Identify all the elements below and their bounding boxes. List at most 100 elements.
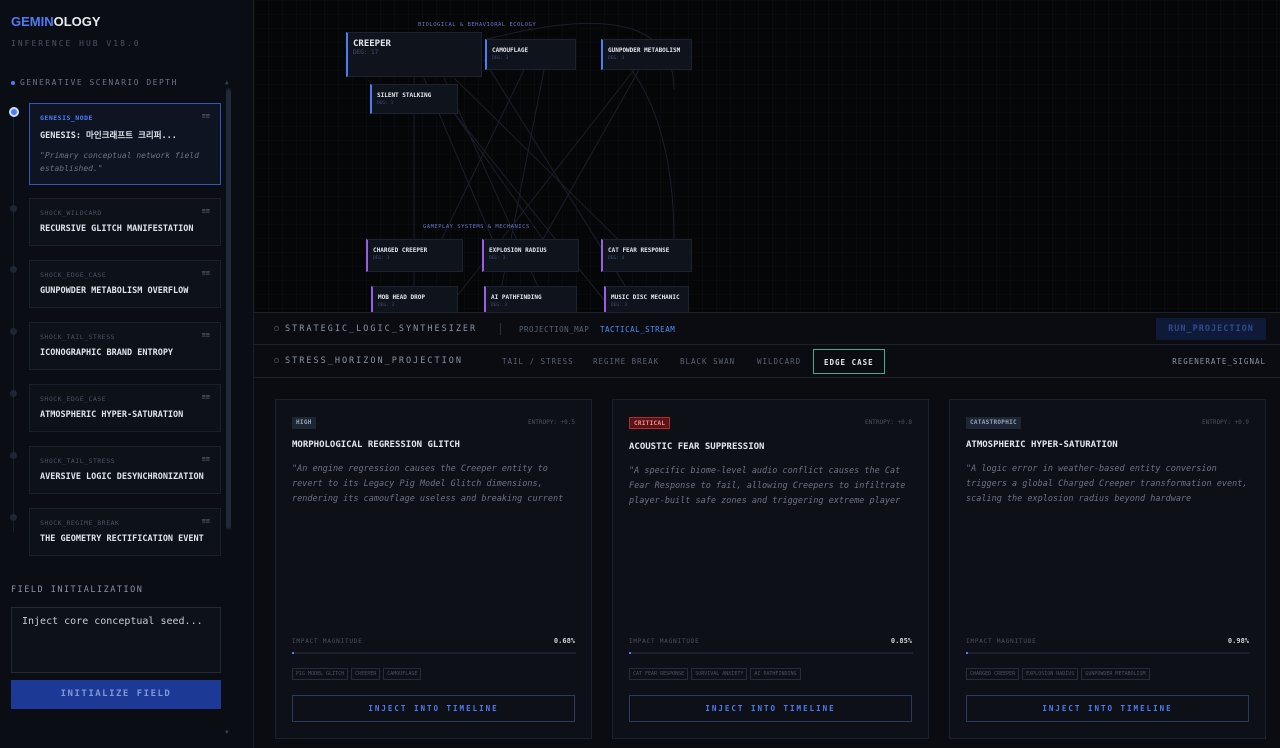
timeline-dot[interactable] (10, 514, 17, 521)
timeline-dot[interactable] (10, 328, 17, 335)
tab-projection-map[interactable]: PROJECTION_MAP (519, 325, 589, 334)
sidebar-scrollbar[interactable] (226, 88, 231, 530)
card-title: RECURSIVE GLITCH MANIFESTATION (40, 224, 194, 234)
timeline-dot[interactable] (10, 266, 17, 273)
scenario-title: ACOUSTIC FEAR SUPPRESSION (629, 442, 765, 452)
scenario-card[interactable]: SHOCK_WILDCARD ≡≡ RECURSIVE GLITCH MANIF… (29, 198, 221, 246)
scenario-cards-area: HIGH ENTROPY: +0.5 MORPHOLOGICAL REGRESS… (254, 378, 1280, 748)
graph-node[interactable]: CREEPER DEG: 17 (346, 32, 482, 77)
impact-value: 0.98% (1227, 637, 1249, 645)
entropy-value: ENTROPY: +0.5 (528, 419, 575, 426)
timeline-dot[interactable] (10, 452, 17, 459)
menu-icon[interactable]: ≡≡ (202, 269, 210, 277)
tag-chips: CAT FEAR RESPONSE SURVIVAL ANXIETY AI PA… (629, 668, 801, 680)
synthesizer-toolbar: STRATEGIC_LOGIC_SYNTHESIZER PROJECTION_M… (254, 312, 1280, 345)
graph-node[interactable]: EXPLOSION RADIUS DEG: 3 (482, 239, 579, 272)
run-projection-button[interactable]: RUN_PROJECTION (1156, 318, 1266, 340)
card-tag: SHOCK_EDGE_CASE (40, 271, 107, 279)
tag-chip: CAT FEAR RESPONSE (629, 668, 689, 680)
scenario-card[interactable]: SHOCK_TAIL_STRESS ≡≡ ICONOGRAPHIC BRAND … (29, 322, 221, 370)
scenario-card-genesis[interactable]: GENESIS_NODE ≡≡ GENESIS: 마인크래프트 크리퍼... "… (29, 103, 221, 185)
filter-black-swan[interactable]: BLACK SWAN (680, 357, 735, 366)
graph-node[interactable]: CAMOUFLAGE DEG: 3 (485, 39, 576, 70)
filter-edge-case[interactable]: EDGE CASE (813, 349, 885, 374)
tag-chip: SURVIVAL ANXIETY (691, 668, 748, 680)
filter-tail-stress[interactable]: TAIL / STRESS (502, 357, 574, 366)
seed-input[interactable]: Inject core conceptual seed... (11, 607, 221, 673)
timeline-dot-active[interactable] (9, 107, 19, 117)
graph-node[interactable]: AI PATHFINDING DEG: 3 (484, 286, 577, 312)
impact-bar-fill (966, 652, 968, 654)
card-title: GUNPOWDER METABOLISM OVERFLOW (40, 286, 189, 296)
scenario-description: "An engine regression causes the Creeper… (292, 464, 564, 504)
field-initialization-label: FIELD INITIALIZATION (11, 585, 144, 595)
menu-icon[interactable]: ≡≡ (202, 112, 210, 120)
scrollbar-thumb[interactable] (226, 90, 231, 528)
tag-chips: CHARGED CREEPER EXPLOSION RADIUS GUNPOWD… (966, 668, 1150, 680)
card-title: GENESIS: 마인크래프트 크리퍼... (40, 131, 177, 141)
filter-wildcard[interactable]: WILDCARD (757, 357, 801, 366)
menu-icon[interactable]: ≡≡ (202, 207, 210, 215)
scenario-card: HIGH ENTROPY: +0.5 MORPHOLOGICAL REGRESS… (275, 399, 592, 739)
scenario-description: "A specific biome-level audio conflict c… (629, 466, 906, 506)
graph-node[interactable]: MOB HEAD DROP DEG: 3 (371, 286, 458, 312)
entropy-value: ENTROPY: +0.8 (865, 419, 912, 426)
entropy-value: ENTROPY: +0.9 (1202, 419, 1249, 426)
cluster-label: GAMEPLAY SYSTEMS & MECHANICS (423, 224, 530, 230)
scenario-card: CRITICAL ENTROPY: +0.8 ACOUSTIC FEAR SUP… (612, 399, 929, 739)
scroll-down-icon[interactable]: ▼ (225, 729, 229, 736)
scenario-depth-heading: GENERATIVE SCENARIO DEPTH (11, 78, 178, 87)
impact-bar (292, 652, 576, 654)
scroll-up-icon[interactable]: ▲ (225, 79, 229, 86)
version-label: INFERENCE HUB V18.0 (11, 39, 141, 48)
tab-tactical-stream[interactable]: TACTICAL_STREAM (600, 325, 675, 334)
circle-icon (274, 326, 279, 331)
menu-icon[interactable]: ≡≡ (202, 331, 210, 339)
graph-node[interactable]: MUSIC DISC MECHANIC DEG: 3 (604, 286, 689, 312)
graph-node[interactable]: SILENT STALKING DEG: 3 (370, 84, 458, 114)
timeline-dot[interactable] (10, 205, 17, 212)
bullet-icon (11, 80, 15, 85)
inject-into-timeline-button[interactable]: INJECT INTO TIMELINE (629, 695, 912, 722)
menu-icon[interactable]: ≡≡ (202, 393, 210, 401)
tag-chip: CHARGED CREEPER (966, 668, 1020, 680)
scenario-description: "A logic error in weather-based entity c… (966, 464, 1248, 504)
timeline-rail (13, 112, 14, 532)
impact-label: IMPACT MAGNITUDE (629, 638, 700, 645)
sidebar: GEMINOLOGY INFERENCE HUB V18.0 GENERATIV… (0, 0, 254, 748)
app-logo: GEMINOLOGY (11, 14, 101, 29)
menu-icon[interactable]: ≡≡ (202, 455, 210, 463)
tag-chip: CREEPER (351, 668, 381, 680)
inject-into-timeline-button[interactable]: INJECT INTO TIMELINE (292, 695, 575, 722)
graph-node[interactable]: CHARGED CREEPER DEG: 3 (366, 239, 463, 272)
impact-bar (966, 652, 1250, 654)
tag-chip: EXPLOSION RADIUS (1022, 668, 1079, 680)
tag-chip: PIG MODEL GLITCH (292, 668, 349, 680)
graph-node[interactable]: CAT FEAR RESPONSE DEG: 4 (601, 239, 692, 272)
impact-label: IMPACT MAGNITUDE (966, 638, 1037, 645)
graph-node[interactable]: GUNPOWDER METABOLISM DEG: 3 (601, 39, 692, 70)
scenario-card[interactable]: SHOCK_EDGE_CASE ≡≡ GUNPOWDER METABOLISM … (29, 260, 221, 308)
card-tag: SHOCK_EDGE_CASE (40, 395, 107, 403)
severity-badge: CRITICAL (629, 417, 671, 429)
scenario-card[interactable]: SHOCK_EDGE_CASE ≡≡ ATMOSPHERIC HYPER-SAT… (29, 384, 221, 432)
card-tag: SHOCK_WILDCARD (40, 209, 102, 217)
scenario-title: MORPHOLOGICAL REGRESSION GLITCH (292, 440, 460, 450)
initialize-field-button[interactable]: INITIALIZE FIELD (11, 680, 221, 709)
impact-value: 0.85% (890, 637, 912, 645)
severity-badge: HIGH (292, 417, 316, 429)
scenario-card[interactable]: SHOCK_TAIL_STRESS ≡≡ AVERSIVE LOGIC DESY… (29, 446, 221, 494)
card-title: ICONOGRAPHIC BRAND ENTROPY (40, 348, 174, 358)
regenerate-signal-button[interactable]: REGENERATE_SIGNAL (1172, 357, 1266, 366)
menu-icon[interactable]: ≡≡ (202, 517, 210, 525)
card-tag: SHOCK_REGIME_BREAK (40, 519, 120, 527)
inject-into-timeline-button[interactable]: INJECT INTO TIMELINE (966, 695, 1249, 722)
tag-chip: GUNPOWDER METABOLISM (1081, 668, 1150, 680)
scenario-card[interactable]: SHOCK_REGIME_BREAK ≡≡ THE GEOMETRY RECTI… (29, 508, 221, 556)
card-tag: GENESIS_NODE (40, 114, 93, 122)
projection-map-canvas[interactable]: BIOLOGICAL & BEHAVIORAL ECOLOGY GAMEPLAY… (254, 0, 1280, 312)
timeline-dot[interactable] (10, 390, 17, 397)
filter-regime-break[interactable]: REGIME BREAK (593, 357, 659, 366)
cluster-label: BIOLOGICAL & BEHAVIORAL ECOLOGY (418, 22, 537, 28)
card-title: THE GEOMETRY RECTIFICATION EVENT (40, 534, 204, 544)
